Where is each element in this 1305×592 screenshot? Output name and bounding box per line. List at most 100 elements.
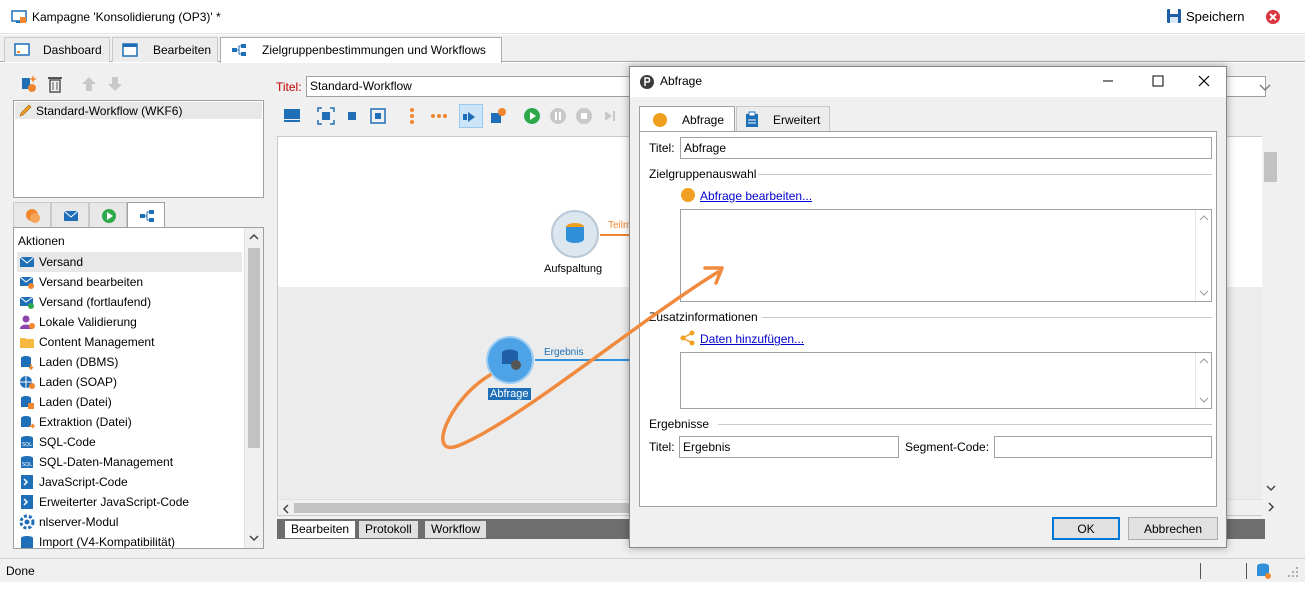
additional-data-area[interactable] (680, 352, 1212, 409)
scroll-thumb[interactable] (248, 248, 260, 448)
arrow-up-icon[interactable] (78, 73, 100, 95)
scroll-down-icon[interactable] (1199, 396, 1209, 404)
scroll-up-icon[interactable] (249, 233, 259, 241)
palette-tab-targeting[interactable] (13, 202, 51, 228)
save-button[interactable]: Speichern (1160, 4, 1256, 28)
scroll-up-icon[interactable] (1199, 214, 1209, 222)
target-group-heading: Zielgruppenauswahl (649, 167, 757, 181)
stop-icon[interactable] (575, 107, 593, 125)
vscroll-thumb[interactable] (1264, 152, 1277, 182)
edit-icon (122, 43, 138, 57)
query-summary-area[interactable] (680, 209, 1212, 302)
query-node-icon[interactable] (485, 335, 535, 385)
dialog-page: Titel: Abfrage Zielgruppenauswahl Abfrag… (639, 131, 1217, 507)
split-node-icon[interactable] (550, 209, 600, 259)
workflow-list: Standard-Workflow (WKF6) (13, 100, 264, 198)
chevron-down-icon[interactable] (1257, 79, 1273, 95)
list-item-label: Laden (SOAP) (39, 375, 118, 389)
arrow-down-icon[interactable] (104, 73, 126, 95)
database-load-icon (21, 356, 34, 370)
segment-code-input[interactable] (994, 436, 1212, 458)
list-item[interactable]: SQL SQL-Daten-Management (17, 452, 242, 472)
main-tab-bar: Dashboard Bearbeiten Zielgruppenbestimmu… (0, 35, 1305, 63)
minimize-icon[interactable] (1100, 73, 1116, 89)
list-item[interactable]: Versand (fortlaufend) (17, 292, 242, 312)
cancel-button[interactable]: Abbrechen (1128, 517, 1218, 540)
titel-label: Titel: (649, 141, 675, 155)
list-item[interactable]: Laden (Datei) (17, 392, 242, 412)
list-item-label: Content Management (39, 335, 155, 349)
list-item[interactable]: Content Management (17, 332, 242, 352)
edit-query-link[interactable]: Abfrage bearbeiten... (700, 189, 812, 203)
dialog-tab-query[interactable]: Abfrage (639, 106, 735, 132)
list-item-label: Lokale Validierung (39, 315, 137, 329)
scroll-right-icon[interactable] (1266, 502, 1276, 512)
palette-tab-actions[interactable] (127, 202, 165, 228)
maximize-icon[interactable] (1150, 73, 1166, 89)
list-item[interactable]: Import (V4-Kompatibilität) (17, 532, 242, 548)
area-scrollbar[interactable] (1195, 353, 1211, 408)
zoom-fit-icon[interactable] (369, 107, 387, 125)
list-item-label: SQL-Daten-Management (39, 455, 174, 469)
step-icon[interactable] (601, 107, 619, 125)
start-icon[interactable] (523, 107, 541, 125)
list-item-label: Versand (39, 255, 84, 269)
list-item[interactable]: Laden (SOAP) (17, 372, 242, 392)
list-item[interactable]: Extraktion (Datei) (17, 412, 242, 432)
resize-grip-icon[interactable] (1286, 565, 1300, 579)
dialog-tab-advanced[interactable]: Erweitert (736, 106, 830, 131)
trash-icon[interactable] (44, 73, 66, 95)
scroll-down-icon[interactable] (1266, 484, 1276, 492)
hscroll-thumb[interactable] (294, 503, 630, 513)
close-icon[interactable] (1196, 73, 1212, 89)
query-link-label: Ergebnis (544, 347, 584, 358)
list-item[interactable]: Laden (DBMS) (17, 352, 242, 372)
scroll-down-icon[interactable] (1199, 289, 1209, 297)
palette-tab-delivery[interactable] (51, 202, 89, 228)
workflow-list-item[interactable]: Standard-Workflow (WKF6) (15, 102, 262, 119)
stop-square-icon[interactable] (343, 107, 361, 125)
tab-workflow[interactable]: Workflow (425, 521, 487, 538)
list-item[interactable]: nlserver-Modul (17, 512, 242, 532)
fit-icon[interactable] (317, 107, 335, 125)
add-data-link[interactable]: Daten hinzufügen... (700, 332, 804, 346)
arrow-right-icon (463, 112, 475, 122)
scroll-left-icon[interactable] (282, 504, 290, 514)
tab-protokoll[interactable]: Protokoll (359, 521, 418, 538)
list-item[interactable]: Versand bearbeiten (17, 272, 242, 292)
list-item[interactable]: Lokale Validierung (17, 312, 242, 332)
tab-workflows[interactable]: Zielgruppenbestimmungen und Workflows (220, 37, 502, 63)
scroll-down-icon[interactable] (249, 534, 259, 542)
link-mode-button[interactable] (459, 104, 483, 128)
area-scrollbar[interactable] (1195, 210, 1211, 301)
display-icon[interactable] (283, 107, 301, 125)
workflow-props-icon[interactable] (489, 107, 507, 125)
result-title-input[interactable]: Ergebnis (679, 436, 899, 458)
tab-dashboard[interactable]: Dashboard (4, 37, 110, 62)
new-workflow-icon[interactable] (18, 73, 40, 95)
tab-bearbeiten[interactable]: Bearbeiten (285, 521, 356, 538)
list-item[interactable]: JavaScript-Code (17, 472, 242, 492)
vertical-dots-icon[interactable] (403, 107, 421, 125)
actions-scrollbar[interactable] (244, 228, 263, 548)
ok-button[interactable]: OK (1052, 517, 1120, 540)
sql-data-icon: SQL (21, 456, 33, 468)
list-item-label: Erweiterter JavaScript-Code (39, 495, 190, 509)
globe-load-icon (20, 376, 35, 389)
scroll-up-icon[interactable] (1199, 357, 1209, 365)
close-icon[interactable] (1262, 6, 1284, 28)
query-node-label[interactable]: Abfrage (488, 388, 531, 400)
status-divider (1246, 563, 1247, 579)
script-icon (21, 475, 33, 489)
palette-tab-flow[interactable] (89, 202, 127, 228)
list-item[interactable]: SQL SQL-Code (17, 432, 242, 452)
list-item[interactable]: Versand (17, 252, 242, 272)
database-status-icon (1257, 563, 1271, 579)
titel-input[interactable]: Abfrage (680, 137, 1212, 159)
list-item[interactable]: Erweiterter JavaScript-Code (17, 492, 242, 512)
horizontal-dots-icon[interactable] (429, 107, 449, 125)
list-item-label: Laden (DBMS) (39, 355, 119, 369)
canvas-vscrollbar[interactable] (1262, 136, 1280, 516)
pause-icon[interactable] (549, 107, 567, 125)
tab-edit[interactable]: Bearbeiten (112, 37, 218, 62)
